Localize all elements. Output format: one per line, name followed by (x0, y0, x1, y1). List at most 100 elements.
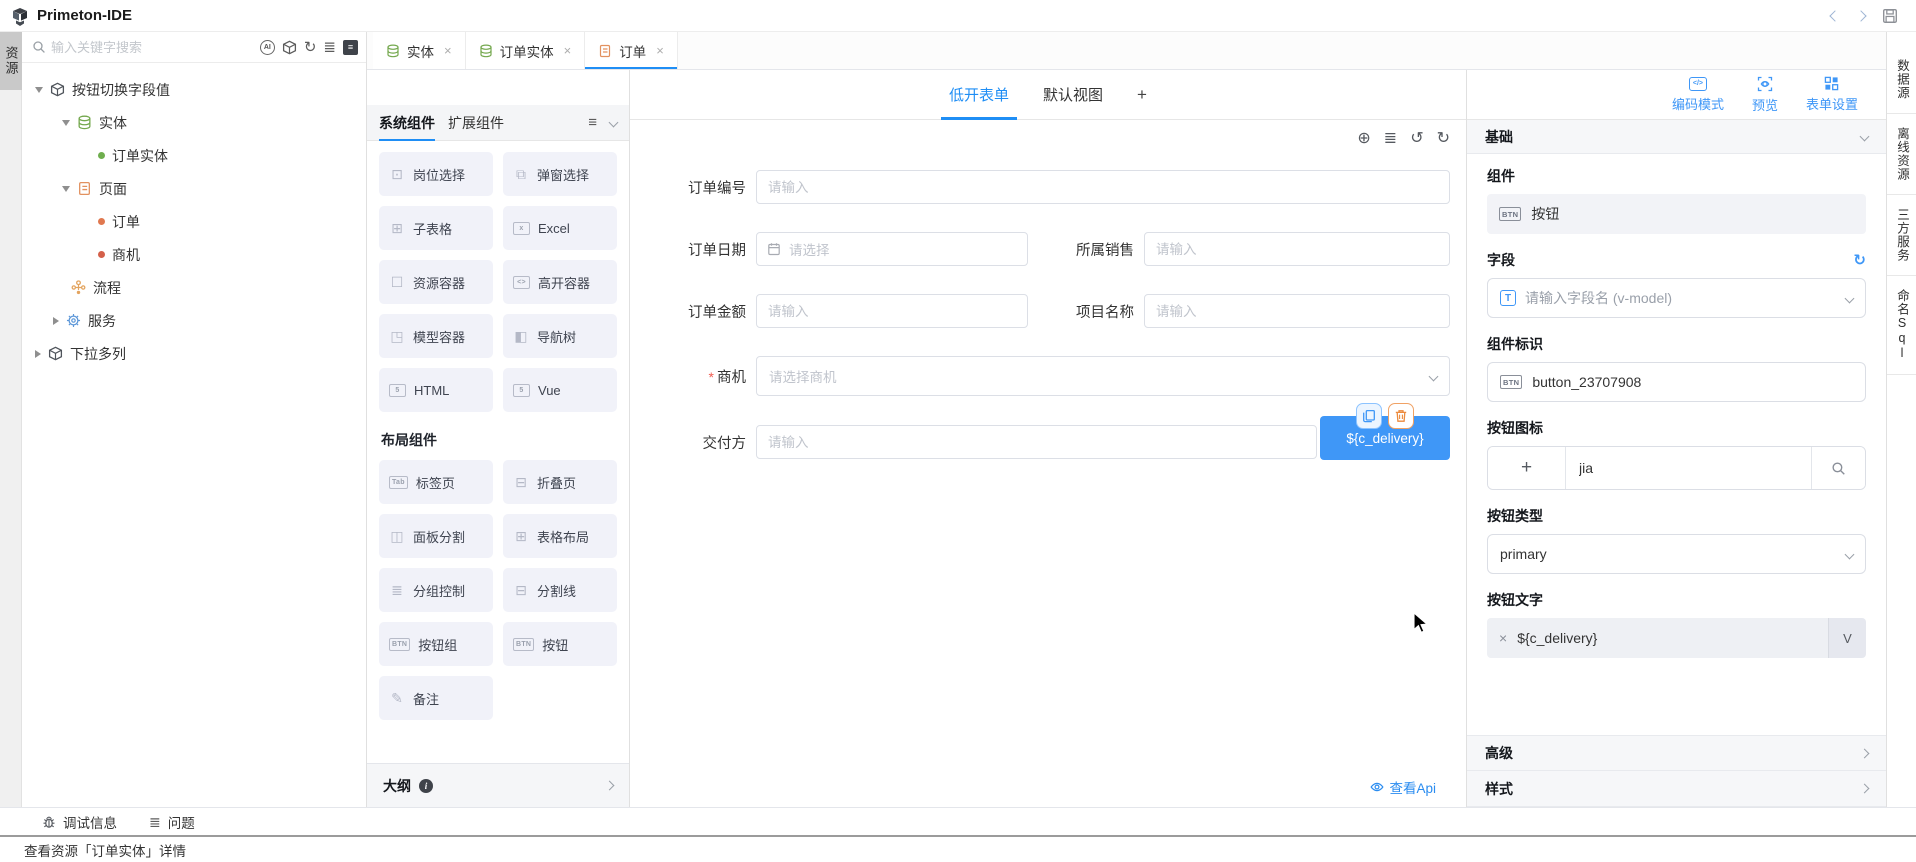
button-type-select[interactable]: primary (1487, 534, 1866, 574)
icon-name-input[interactable] (1566, 447, 1811, 489)
tab-entity[interactable]: 实体 × (373, 32, 466, 69)
field-label: 订单日期 (660, 239, 746, 260)
palette-item-divider[interactable]: ⊟分割线 (503, 568, 617, 612)
app-title: Primeton-IDE (37, 7, 132, 24)
model-cube-icon[interactable] (282, 40, 297, 55)
globe-icon[interactable]: ⊕ (1357, 131, 1370, 147)
palette-item-vue[interactable]: 5Vue (503, 368, 617, 412)
nav-back-icon[interactable] (1829, 10, 1840, 21)
chevron-right-icon (1860, 784, 1870, 794)
search-input[interactable] (51, 40, 255, 55)
sales-owner-input[interactable] (1144, 232, 1450, 266)
delete-icon[interactable] (1388, 403, 1414, 429)
preview-button[interactable]: 预览 (1752, 76, 1778, 114)
palette-item-collapse-page[interactable]: ⊟折叠页 (503, 460, 617, 504)
tab-extended-components[interactable]: 扩展组件 (448, 105, 504, 141)
field-label: *商机 (660, 366, 746, 387)
palette-item-model-container[interactable]: ◳模型容器 (379, 314, 493, 358)
collapse-list-icon[interactable]: ≣ (323, 40, 336, 55)
tab-order[interactable]: 订单 × (585, 32, 678, 69)
strip-tab-offline-resources[interactable]: 离线资源 (1887, 114, 1916, 195)
delivery-input[interactable] (756, 425, 1317, 459)
expand-arrow-icon[interactable] (35, 87, 43, 93)
palette-item-subtable[interactable]: ⊞子表格 (379, 206, 493, 250)
tree-item-order-page[interactable]: 订单 (22, 205, 366, 238)
collapsed-arrow-icon[interactable] (35, 350, 41, 358)
tree-item-dropdown-multicol[interactable]: 下拉多列 (22, 337, 366, 370)
palette-item-popup-select[interactable]: ⧉弹窗选择 (503, 152, 617, 196)
palette-item-procode-container[interactable]: <>高开容器 (503, 260, 617, 304)
problems-button[interactable]: ≣ 问题 (149, 812, 195, 832)
palette-item-html[interactable]: 5HTML (379, 368, 493, 412)
palette-item-remark[interactable]: ✎备注 (379, 676, 493, 720)
tree-item-button-switch-field[interactable]: 按钮切换字段值 (22, 73, 366, 106)
undo-icon[interactable]: ↺ (1410, 131, 1423, 147)
button-text-field[interactable]: × ${c_delivery} V (1487, 618, 1866, 658)
palette-item-button[interactable]: BTN按钮 (503, 622, 617, 666)
project-name-input[interactable] (1144, 294, 1450, 328)
nav-forward-icon[interactable] (1855, 10, 1866, 21)
strip-tab-datasource[interactable]: 数据源 (1887, 46, 1916, 114)
palette-item-nav-tree[interactable]: ◧导航树 (503, 314, 617, 358)
copy-icon[interactable] (1356, 403, 1382, 429)
opportunity-select[interactable]: 请选择商机 (756, 356, 1450, 396)
palette-item-tab-page[interactable]: Tab标签页 (379, 460, 493, 504)
form-settings-button[interactable]: 表单设置 (1806, 76, 1858, 113)
close-icon[interactable]: × (656, 43, 664, 58)
code-mode-button[interactable]: </> 编码模式 (1672, 77, 1724, 113)
tab-system-components[interactable]: 系统组件 (379, 105, 435, 141)
chevron-down-icon[interactable] (609, 118, 619, 128)
variable-dropdown-button[interactable]: V (1828, 618, 1866, 658)
icon-search-button[interactable] (1811, 447, 1865, 489)
form-actions-band: </> 编码模式 预览 表单设置 (1467, 70, 1886, 120)
section-advanced[interactable]: 高级 (1467, 735, 1886, 771)
tree-item-order-entity[interactable]: 订单实体 (22, 139, 366, 172)
palette-item-excel[interactable]: xExcel (503, 206, 617, 250)
expand-arrow-icon[interactable] (62, 186, 70, 192)
palette-item-position-select[interactable]: ⊡岗位选择 (379, 152, 493, 196)
field-label: 字段 ↻ (1487, 250, 1866, 270)
ai-assist-icon[interactable]: AI (260, 40, 275, 55)
component-id-input[interactable]: BTN button_23707908 (1487, 362, 1866, 402)
tree-item-pages[interactable]: 页面 (22, 172, 366, 205)
tree-item-process[interactable]: 流程 (22, 271, 366, 304)
resources-strip-tab[interactable]: 资源 (0, 32, 22, 90)
order-number-input[interactable] (756, 170, 1450, 204)
tree-item-opportunity-page[interactable]: 商机 (22, 238, 366, 271)
clear-icon[interactable]: × (1499, 630, 1507, 646)
palette-item-table-layout[interactable]: ⊞表格布局 (503, 514, 617, 558)
strip-tab-thirdparty-services[interactable]: 三方服务 (1887, 195, 1916, 276)
redo-icon[interactable]: ↻ (1437, 131, 1450, 147)
expand-arrow-icon[interactable] (62, 120, 70, 126)
tree-item-entity[interactable]: 实体 (22, 106, 366, 139)
add-view-button[interactable]: + (1137, 70, 1147, 120)
strip-tab-named-sql[interactable]: 命名Sql (1887, 276, 1916, 375)
close-icon[interactable]: × (564, 43, 572, 58)
section-style[interactable]: 样式 (1467, 771, 1886, 807)
refresh-field-icon[interactable]: ↻ (1853, 251, 1866, 269)
tab-lowcode-form[interactable]: 低开表单 (949, 70, 1009, 120)
tab-default-view[interactable]: 默认视图 (1043, 70, 1103, 120)
palette-item-resource-container[interactable]: ☐资源容器 (379, 260, 493, 304)
close-icon[interactable]: × (444, 43, 452, 58)
palette-item-button-group[interactable]: BTN按钮组 (379, 622, 493, 666)
field-select[interactable]: T 请输入字段名 (v-model) (1487, 278, 1866, 318)
palette-menu-icon[interactable]: ≡ (588, 115, 597, 130)
export-icon[interactable]: ≡ (343, 40, 358, 55)
outline-list-icon[interactable]: ≣ (1384, 131, 1397, 147)
order-date-picker[interactable]: 请选择 (756, 232, 1028, 266)
collapsed-arrow-icon[interactable] (53, 317, 59, 325)
chevron-down-icon (1860, 132, 1870, 142)
refresh-icon[interactable]: ↻ (304, 40, 317, 55)
debug-info-button[interactable]: 调试信息 (42, 812, 117, 832)
tab-order-entity[interactable]: 订单实体 × (466, 32, 586, 69)
section-basic[interactable]: 基础 (1467, 120, 1886, 154)
palette-item-group-control[interactable]: ≣分组控制 (379, 568, 493, 612)
order-amount-input[interactable] (756, 294, 1028, 328)
chevron-right-icon[interactable] (605, 781, 615, 791)
tree-item-services[interactable]: 服务 (22, 304, 366, 337)
save-icon[interactable] (1882, 8, 1898, 24)
outline-bar[interactable]: 大纲 i (367, 763, 629, 807)
palette-item-panel-split[interactable]: ◫面板分割 (379, 514, 493, 558)
view-api-link[interactable]: 查看Api (660, 767, 1450, 807)
